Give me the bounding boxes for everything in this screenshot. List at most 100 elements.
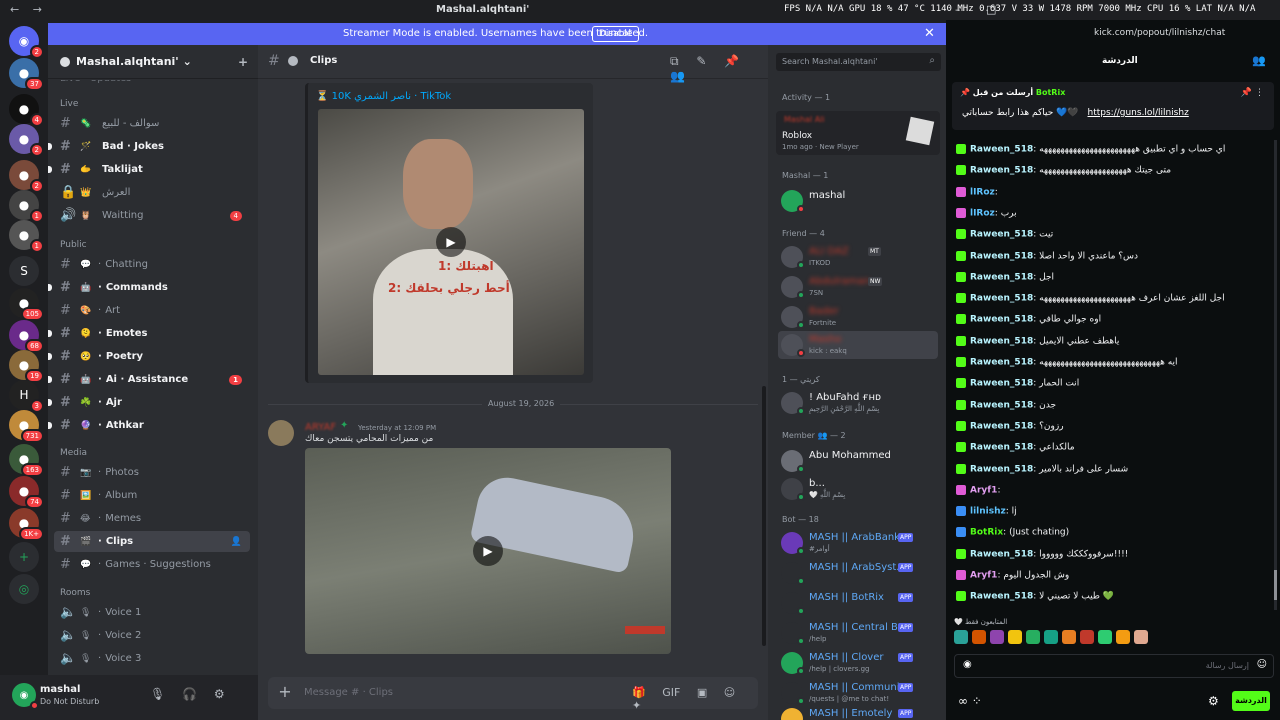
voice-channel-item[interactable]: 🔈 🎙 · Voice 3	[54, 648, 250, 669]
send-chat-button[interactable]: الدردشة	[1232, 691, 1270, 711]
member-row[interactable]: Abdulraman 7SN NW	[778, 273, 938, 301]
channel-item[interactable]: # 🤖 · Commands	[48, 277, 250, 298]
emote-icon[interactable]	[1026, 630, 1040, 644]
channel-item[interactable]: 🔒 👑 العرش	[54, 182, 250, 203]
server-icon[interactable]: ● 19	[9, 350, 44, 383]
discover-icon[interactable]: ◎	[9, 574, 39, 604]
channel-item[interactable]: # 🔮 · Athkar	[48, 415, 250, 436]
chat-username[interactable]: Raween_518	[970, 166, 1033, 176]
channel-item[interactable]: # 🫱 Taklijat	[48, 159, 250, 180]
chat-username[interactable]: Raween_518	[970, 400, 1033, 410]
embed-title[interactable]: ⏳ 10K ناصر الشمري · TikTok	[316, 91, 451, 102]
channel-item[interactable]: # 🖼️ · Album	[54, 485, 250, 506]
minimize-icon[interactable]: –	[955, 3, 961, 16]
channel-item[interactable]: # 💬 · Games · Suggestions	[54, 554, 250, 575]
back-arrow-icon[interactable]: ←	[10, 3, 19, 16]
voice-channel-item[interactable]: 🔈 🎙 · Voice 1	[54, 602, 250, 623]
gift-icon[interactable]: 🎁	[632, 686, 646, 699]
add-member-icon[interactable]: +	[238, 55, 248, 69]
server-icon[interactable]: ● 2	[9, 124, 44, 157]
channel-item[interactable]: # 🪄 Bad · Jokes	[48, 136, 250, 157]
channel-item[interactable]: # 🎨 · Art	[54, 300, 250, 321]
message-author[interactable]: ARYAF	[305, 422, 336, 433]
chat-username[interactable]: lilnishz	[970, 507, 1006, 517]
username[interactable]: mashal	[40, 684, 80, 695]
avatar[interactable]	[268, 420, 294, 446]
chat-scrollbar[interactable]	[761, 81, 767, 681]
forward-arrow-icon[interactable]: →	[33, 3, 42, 16]
gif-icon[interactable]: GIF	[662, 686, 680, 699]
chat-username[interactable]: Raween_518	[970, 379, 1033, 389]
pin-icon[interactable]: 📌	[724, 54, 739, 68]
emote-icon[interactable]	[972, 630, 986, 644]
member-row[interactable]: MASH || BotRix APP	[778, 589, 938, 617]
close-icon[interactable]: ✕	[924, 26, 935, 41]
emote-icon[interactable]	[1044, 630, 1058, 644]
channel-item[interactable]: # 😂 · Memes	[54, 508, 250, 529]
category-header[interactable]: Media	[60, 448, 87, 458]
input-left-icon[interactable]: ◉	[963, 659, 972, 670]
chat-username[interactable]: Raween_518	[970, 336, 1033, 346]
server-icon[interactable]: ● 68	[9, 320, 44, 353]
member-row[interactable]: MASH || Communi... /quests | @me to chat!…	[778, 679, 938, 707]
emote-icon[interactable]	[1008, 630, 1022, 644]
channel-item[interactable]: # 🥺 · Poetry	[48, 346, 250, 367]
sticker-icon[interactable]: ▣	[697, 686, 707, 699]
server-icon[interactable]: ● 37	[9, 58, 44, 91]
member-row[interactable]: Masho kick : eakq	[778, 331, 938, 359]
video-thumbnail[interactable]: 1: اهبتلك 2: أحط رجلي بحلقك ▶	[318, 109, 584, 375]
member-row[interactable]: MASH || Emotely APP	[778, 705, 938, 720]
server-icon[interactable]: ● 105	[9, 288, 44, 321]
member-row[interactable]: MASH || Clover/help | clovers.gg APP	[778, 649, 938, 677]
member-row[interactable]: Bader Fortnite	[778, 303, 938, 331]
play-icon[interactable]: ▶	[473, 536, 503, 566]
category-header[interactable]: Rooms	[60, 588, 90, 598]
play-icon[interactable]: ▶	[436, 227, 466, 257]
member-row[interactable]: Abu Mohammed	[778, 447, 938, 475]
server-icon[interactable]: ● 163	[9, 444, 44, 477]
scroll-thumb[interactable]	[762, 386, 766, 646]
member-list-icon[interactable]: 👥	[670, 69, 685, 83]
emote-icon[interactable]	[1098, 630, 1112, 644]
chat-username[interactable]: Raween_518	[970, 592, 1033, 602]
channel-item[interactable]: # 🦠 سوالف - للبيع	[54, 113, 250, 134]
category-header[interactable]: Public	[60, 240, 87, 250]
add-attachment-icon[interactable]: +	[276, 683, 294, 701]
channel-item[interactable]: # 💬 · Chatting	[54, 254, 250, 275]
member-row[interactable]: MASH || ArabSyst... APP	[778, 559, 938, 587]
channel-scroll[interactable]: Live · Updates Live # 🦠 سوالف - للبيع # 🪄 Bad ·…	[48, 80, 258, 675]
video-attachment[interactable]: ▶	[305, 448, 671, 654]
chat-username[interactable]: Raween_518	[970, 464, 1033, 474]
member-row[interactable]: MASH || Central B... /help APP	[778, 619, 938, 647]
member-row[interactable]: mashal	[778, 187, 938, 215]
server-icon[interactable]: ● 731	[9, 410, 44, 443]
chat-username[interactable]: BotRix	[970, 528, 1003, 538]
chat-username[interactable]: Raween_518	[970, 272, 1033, 282]
settings-gear-icon[interactable]: ⚙	[1208, 694, 1219, 708]
voice-channel-item[interactable]: 🔈 🎙 · Voice 2	[54, 625, 250, 646]
server-icon[interactable]: S	[9, 256, 39, 286]
chat-username[interactable]: lIRoz	[970, 187, 995, 197]
microphone-icon[interactable]: 🎙	[150, 687, 165, 701]
emote-icon[interactable]	[1080, 630, 1094, 644]
notifications-icon[interactable]: ✎	[696, 54, 706, 68]
chat-username[interactable]: Raween_518	[970, 549, 1033, 559]
channel-item[interactable]: # ☘️ · Ajr	[48, 392, 250, 413]
emoji-icon[interactable]: ☺	[724, 686, 735, 699]
chat-username[interactable]: Raween_518	[970, 251, 1033, 261]
maximize-icon[interactable]: □	[986, 3, 996, 16]
pin-actions-icon[interactable]: 📌 ⋮	[1241, 88, 1264, 98]
chat-username[interactable]: Aryf1	[970, 571, 997, 581]
chat-username[interactable]: Raween_518	[970, 315, 1033, 325]
pinned-link[interactable]: https://guns.lol/lilnishz	[1088, 108, 1189, 118]
emoji-icon[interactable]: ☺	[1257, 659, 1267, 670]
category-header[interactable]: Live	[60, 99, 78, 109]
emote-icon[interactable]	[1062, 630, 1076, 644]
settings-gear-icon[interactable]: ⚙	[214, 687, 225, 701]
users-icon[interactable]: 👥	[1252, 54, 1266, 67]
apps-icon[interactable]: ✦	[632, 699, 641, 712]
server-icon[interactable]: ● 1	[9, 220, 44, 253]
emote-icon[interactable]	[954, 630, 968, 644]
server-icon[interactable]: ● 1	[9, 190, 44, 223]
member-row[interactable]: ! AbuFahd ғнᴅ بِسْمِ اللَّهِ الرَّحْمَٰنِ…	[778, 389, 938, 417]
